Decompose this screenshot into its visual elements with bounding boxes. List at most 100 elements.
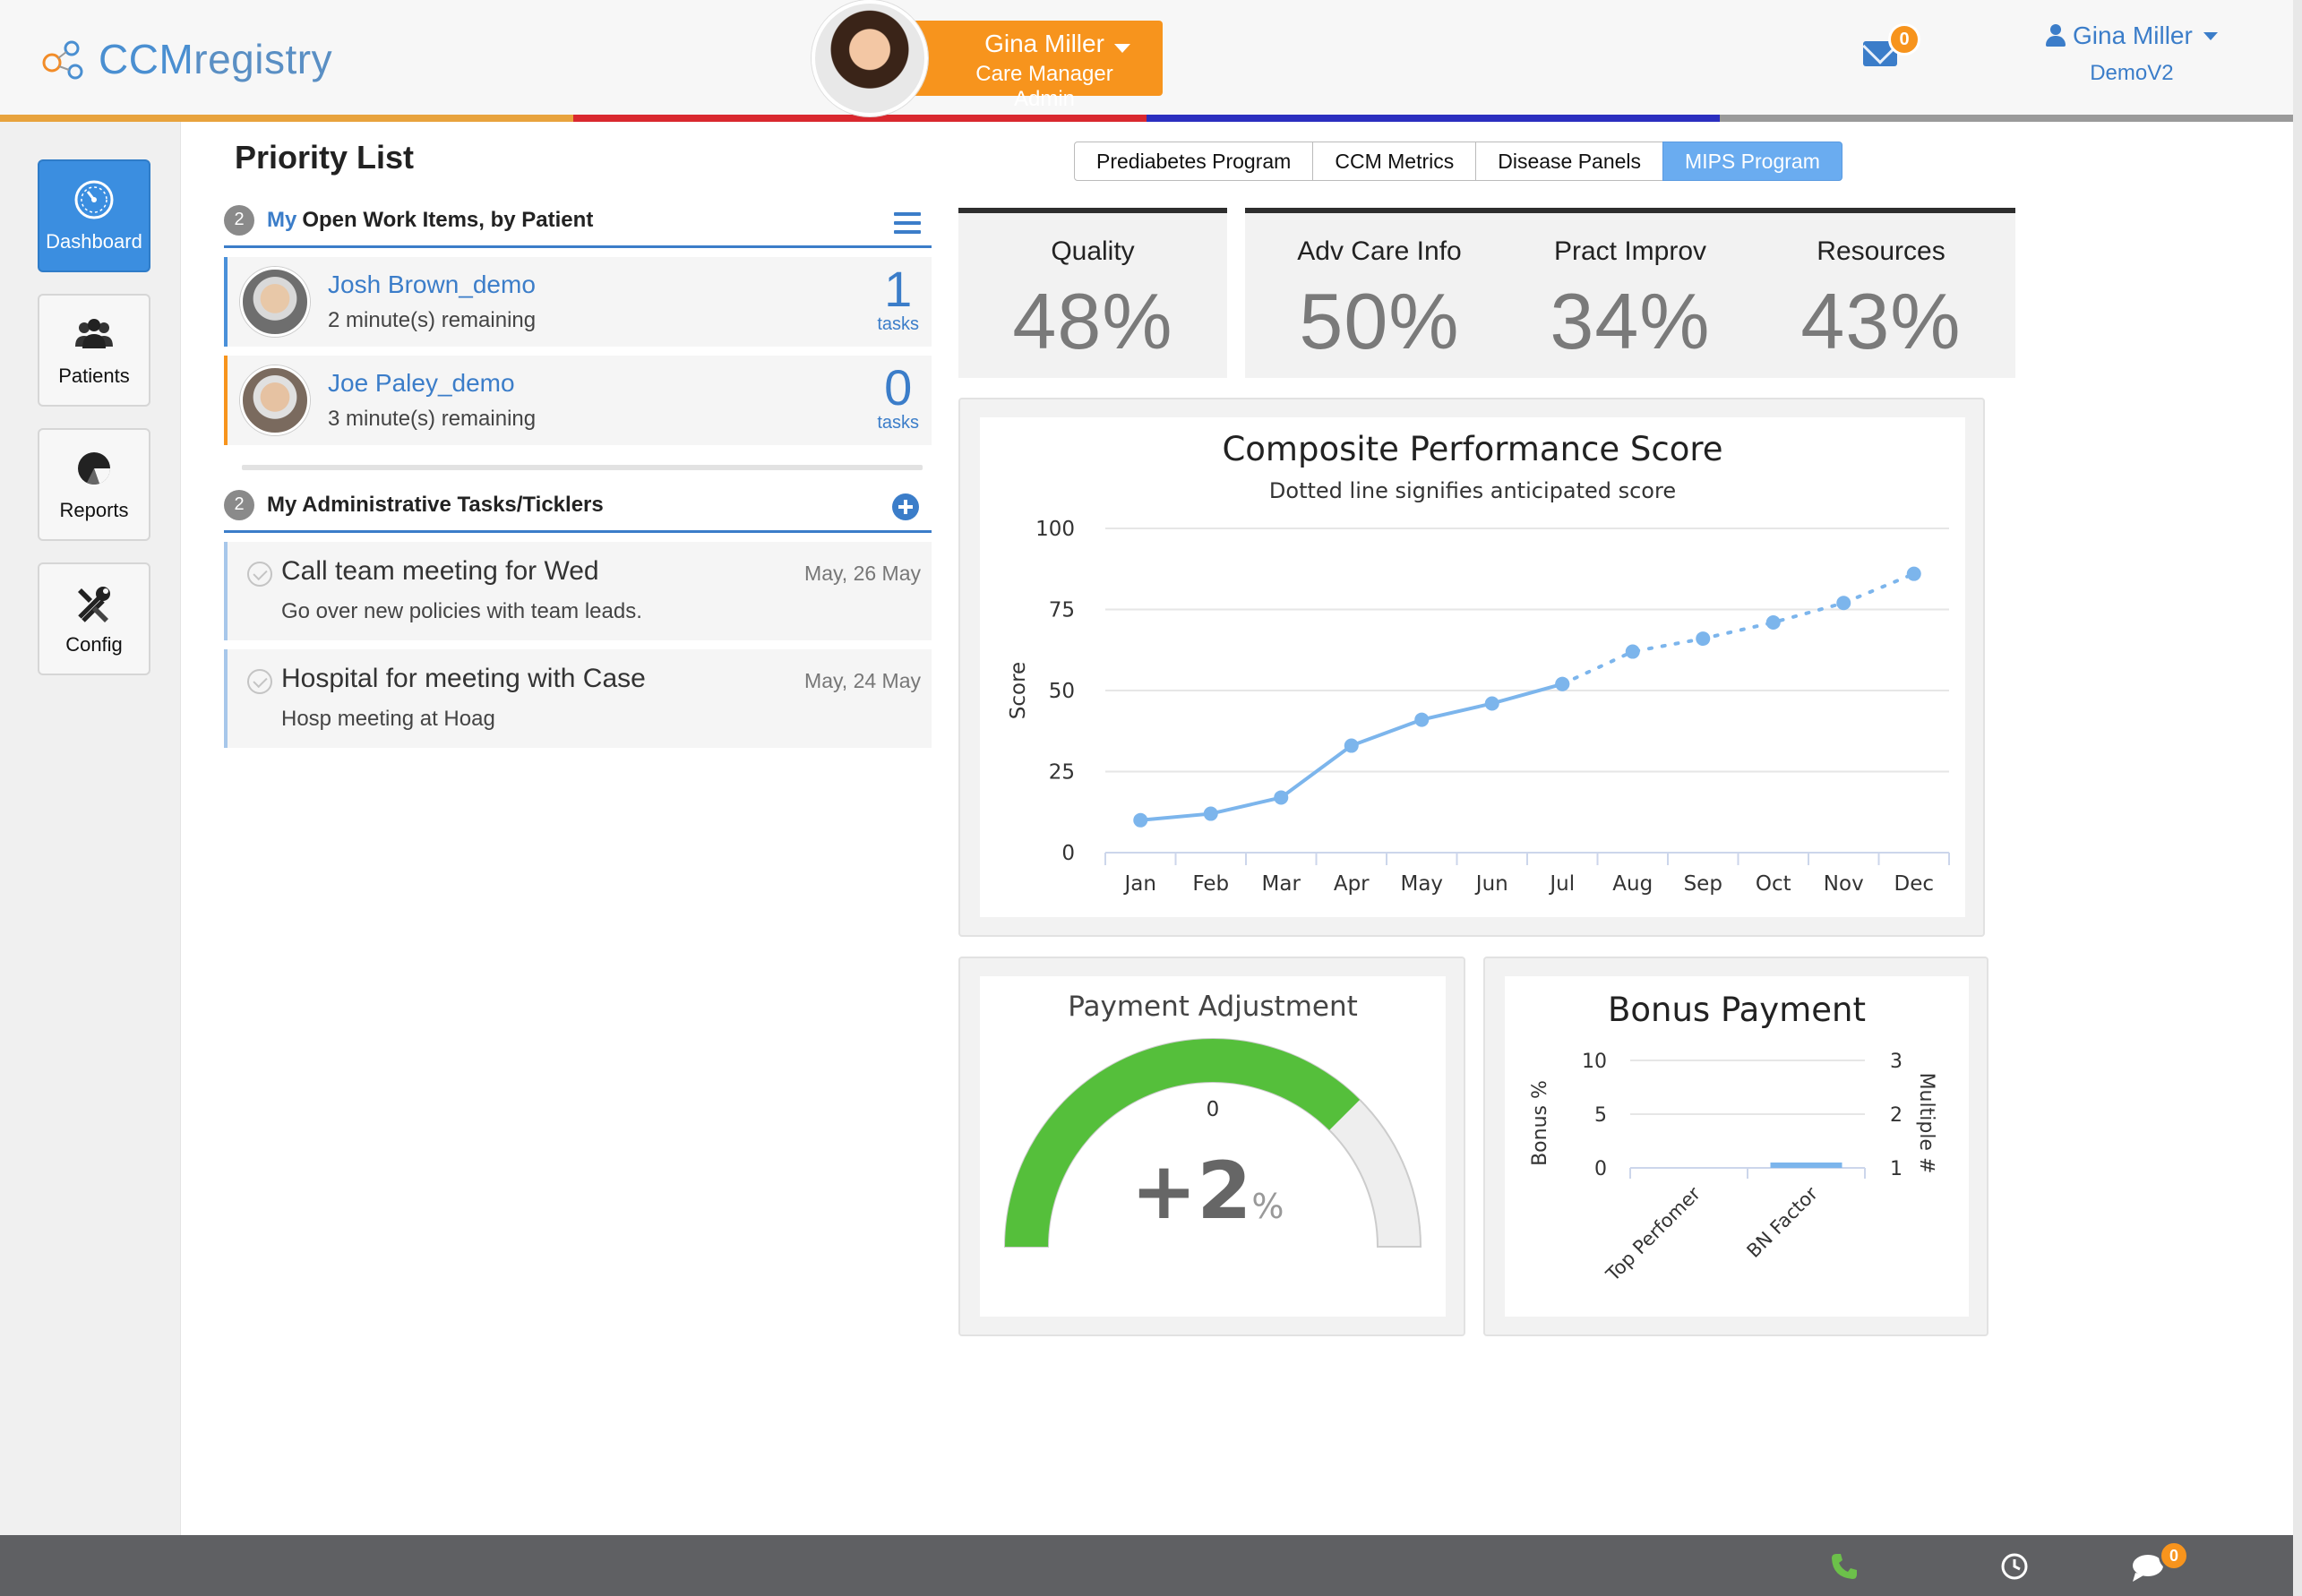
gauge-min-label: 0 [1207,1098,1220,1121]
task-count-value: 1 [884,261,913,317]
y-tick-label: 10 [1582,1051,1607,1073]
user-role-dropdown[interactable]: Gina Miller Care Manager Admin [912,21,1163,111]
task-row[interactable]: Hospital for meeting with Case Hosp meet… [224,649,932,748]
task-description: Go over new policies with team leads. [281,599,642,623]
task-date: May, 24 May [804,669,921,692]
bonus-bar-chart: 0 5 10 1 2 3 Top Perfomer BN Factor Bonus % Multi… [1529,1051,1937,1286]
messages-button[interactable]: 0 [1862,23,1920,66]
stat-value: 34% [1550,277,1711,365]
stat-label: Pract Improv [1553,236,1707,266]
work-items-header: 2 My Open Work Items, by Patient [224,204,932,248]
nav-dashboard-button[interactable]: Dashboard [38,159,150,272]
patient-task-count[interactable]: 0 tasks [877,363,919,433]
composite-score-chart-area: Composite Performance Score Dotted line … [980,417,1965,917]
tab-ccm-metrics[interactable]: CCM Metrics [1312,142,1477,181]
header-color-strip [0,115,2293,122]
check-circle-icon[interactable] [247,669,272,694]
x-tick-label: Aug [1612,872,1653,896]
x-tick-label: Dec [1894,872,1934,896]
x-tick-label: Top Perfomer [1602,1182,1705,1285]
account-menu[interactable]: Gina Miller DemoV2 [2046,21,2218,86]
x-tick-label: Jan [1123,872,1156,896]
data-point [1696,631,1711,647]
user-badge-name: Gina Miller [984,30,1104,57]
nav-reports-label: Reports [59,499,129,521]
gauge-icon [74,180,114,219]
work-items-my: My [267,207,297,232]
y2-tick-label: 3 [1890,1051,1903,1073]
task-count-label: tasks [877,314,919,334]
task-count-value: 0 [884,359,913,416]
x-tick-label: Jul [1548,872,1575,896]
pie-icon [78,452,111,485]
nav-reports-button[interactable]: Reports [38,428,150,541]
caret-down-icon [1114,44,1130,53]
data-point [1203,806,1218,821]
account-name: Gina Miller [2073,21,2193,49]
anticipated-series-line [1560,571,1916,686]
patient-name-link[interactable]: Joe Paley_demo [328,369,536,398]
logo-text: CCMregistry [99,36,333,82]
y-axis-label: Bonus % [1529,1080,1551,1166]
stat-value: 48% [1012,277,1173,365]
stat-pract-improv: Pract Improv 34% [1496,208,1765,378]
window-scrollbar[interactable] [2293,0,2302,1596]
nav-patients-button[interactable]: Patients [38,294,150,407]
messages-count-badge: 0 [1888,23,1920,56]
patient-row[interactable]: Josh Brown_demo 2 minute(s) remaining 1 … [224,257,932,347]
check-circle-icon[interactable] [247,562,272,587]
admin-tasks-count-badge: 2 [224,489,254,520]
tab-disease-panels[interactable]: Disease Panels [1475,142,1664,181]
patient-row[interactable]: Joe Paley_demo 3 minute(s) remaining 0 t… [224,356,932,445]
y-tick-label: 5 [1594,1104,1607,1127]
stat-label: Quality [1051,236,1135,266]
stat-value: 43% [1800,277,1962,365]
y-tick-label: 100 [1035,518,1075,541]
user-avatar [812,0,928,116]
nav-config-button[interactable]: Config [38,562,150,675]
x-tick-label: BN Factor [1743,1182,1823,1262]
payment-gauge: 0 +2% [1003,1038,1422,1248]
tab-prediabetes-program[interactable]: Prediabetes Program [1074,142,1314,181]
patient-remaining: 3 minute(s) remaining [328,407,537,431]
x-tick-label: Oct [1756,872,1791,896]
clock-icon[interactable] [1999,1551,2030,1582]
app-logo[interactable]: CCMregistry [39,34,332,84]
composite-line-chart: 0 25 50 75 100 Jan Feb Mar Apr May Jun Jul Aug Sep Oct… [1007,518,1950,896]
work-items-count-badge: 2 [224,204,254,236]
tools-icon [78,587,110,622]
tab-mips-program[interactable]: MIPS Program [1662,142,1842,181]
page-title: Priority List [235,139,415,176]
phone-icon[interactable] [1829,1551,1860,1582]
data-point [1555,676,1570,691]
hamburger-menu-icon[interactable] [894,212,921,234]
data-point [1344,738,1359,753]
people-icon [75,319,113,348]
data-point [1274,790,1289,805]
data-point [1414,712,1430,727]
data-point [1133,812,1148,828]
program-tabs: Prediabetes Program CCM Metrics Disease … [1074,142,1842,181]
add-task-plus-icon[interactable] [892,493,919,520]
patient-avatar [240,365,310,435]
patient-task-count[interactable]: 1 tasks [877,264,919,335]
task-description: Hosp meeting at Hoag [281,707,495,731]
patient-name-link[interactable]: Josh Brown_demo [328,270,536,299]
stat-adv-care-info: Adv Care Info 50% [1245,208,1514,378]
x-tick-label: Apr [1334,872,1370,896]
y-tick-label: 75 [1049,599,1075,622]
stat-label: Resources [1817,236,1946,266]
top-header: CCMregistry Gina Miller Care Manager Adm… [0,0,2293,116]
y-tick-label: 25 [1049,761,1075,785]
patient-remaining: 2 minute(s) remaining [328,308,537,332]
task-row[interactable]: Call team meeting for Wed Go over new po… [224,542,932,640]
stat-value: 50% [1299,277,1460,365]
account-org: DemoV2 [2090,61,2174,85]
nav-config-label: Config [65,633,123,656]
nav-dashboard-label: Dashboard [46,230,142,253]
user-badge[interactable]: Gina Miller Care Manager Admin [812,0,1163,116]
y-axis-label: Score [1007,662,1030,719]
y2-axis-label: Multiple # [1915,1073,1937,1174]
person-icon [2046,24,2066,47]
y2-tick-label: 1 [1890,1158,1903,1180]
